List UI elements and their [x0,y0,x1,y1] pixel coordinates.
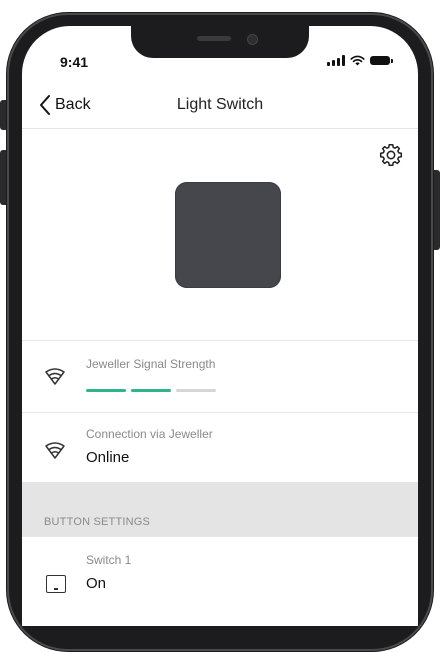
front-camera [247,34,258,45]
speaker-grille [197,36,231,41]
navigation-bar: Back Light Switch [22,88,418,129]
signal-strength-label: Jeweller Signal Strength [86,357,216,371]
signal-strength-bar [86,389,126,392]
phone-screen: 9:41 Back Light Switch Jeweller Signal S… [22,26,418,626]
connection-status: Online [86,449,130,466]
status-time: 9:41 [60,54,89,70]
signal-strength-bar [176,389,216,392]
gear-icon[interactable] [378,142,404,168]
connection-label: Connection via Jeweller [86,427,213,441]
mute-switch [0,100,6,130]
volume-button [0,150,6,205]
light-switch-device-image [175,182,281,288]
signal-strength-bar [131,389,171,392]
section-header: BUTTON SETTINGS [22,482,418,536]
switch-1-value: On [86,575,107,592]
signal-strength-row: Jeweller Signal Strength [22,340,418,413]
section-header-label: BUTTON SETTINGS [44,516,151,528]
connection-row: Connection via Jeweller Online [22,412,418,483]
cellular-signal-icon [327,55,345,66]
power-button [434,170,440,250]
notch [131,26,309,58]
signal-strength-meter [86,389,216,392]
jeweller-radio-icon [45,368,65,385]
switch-1-label: Switch 1 [86,553,132,567]
jeweller-radio-icon [45,442,65,459]
switch-1-row[interactable]: Switch 1 On [22,536,418,626]
battery-icon [370,56,393,65]
status-icons [327,55,393,66]
switch-button-icon [46,575,66,593]
page-title: Light Switch [176,96,264,113]
wifi-icon [350,55,365,66]
